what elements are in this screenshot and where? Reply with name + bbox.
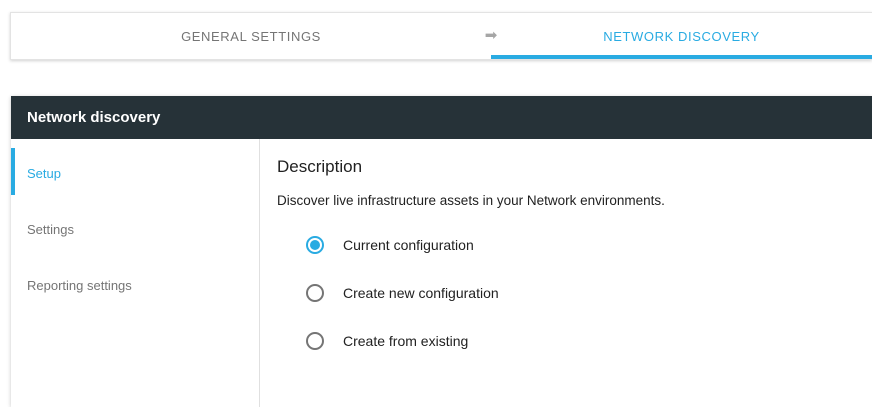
step-arrow-icon: ➡	[485, 28, 498, 43]
section-title: Description	[277, 157, 848, 177]
configuration-radio-group: Current configuration Create new configu…	[277, 221, 848, 365]
sidebar-item-label: Setup	[27, 166, 61, 181]
page-title: Network discovery	[27, 109, 160, 126]
panel-header: Network discovery	[11, 96, 872, 139]
radio-option-create-new-configuration: Create new configuration	[277, 269, 848, 317]
radio-label[interactable]: Current configuration	[343, 237, 474, 253]
sidebar-item-reporting-settings[interactable]: Reporting settings	[11, 257, 259, 313]
stepper-tab-bar: GENERAL SETTINGS NETWORK DISCOVERY ➡	[10, 12, 872, 60]
active-item-indicator	[11, 148, 15, 195]
radio-button-create-from-existing[interactable]	[306, 332, 324, 350]
radio-button-current-configuration[interactable]	[306, 236, 324, 254]
panel-content: Setup Settings Reporting settings Descri…	[11, 139, 872, 407]
description-text: Discover live infrastructure assets in y…	[277, 193, 848, 209]
tab-general-settings-label: GENERAL SETTINGS	[181, 29, 321, 44]
radio-button-create-new-configuration[interactable]	[306, 284, 324, 302]
sidebar-item-label: Reporting settings	[27, 278, 132, 293]
sidebar-item-label: Settings	[27, 222, 74, 237]
tab-network-discovery[interactable]: NETWORK DISCOVERY	[491, 13, 872, 59]
radio-label[interactable]: Create from existing	[343, 333, 468, 349]
network-discovery-panel: Network discovery Setup Settings Reporti…	[11, 96, 872, 407]
sidebar: Setup Settings Reporting settings	[11, 139, 260, 407]
radio-option-create-from-existing: Create from existing	[277, 317, 848, 365]
sidebar-item-settings[interactable]: Settings	[11, 201, 259, 257]
radio-option-current-configuration: Current configuration	[277, 221, 848, 269]
sidebar-item-setup[interactable]: Setup	[11, 145, 259, 201]
setup-pane: Description Discover live infrastructure…	[260, 139, 872, 407]
tab-network-discovery-label: NETWORK DISCOVERY	[603, 29, 760, 44]
tab-general-settings[interactable]: GENERAL SETTINGS	[11, 13, 491, 59]
radio-label[interactable]: Create new configuration	[343, 285, 499, 301]
